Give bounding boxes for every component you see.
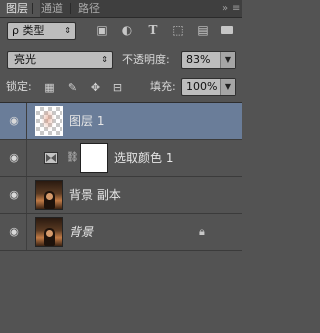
blend-mode-select[interactable]: 亮光 ⇕: [7, 51, 113, 69]
divider: [26, 177, 27, 213]
layer-row-selective-color[interactable]: ◉ ⛓ 选取颜色 1: [0, 140, 242, 177]
image-filter-icon[interactable]: ▣: [94, 22, 110, 38]
layer-thumbnail: [35, 217, 63, 247]
lock-position-icon[interactable]: ✥: [88, 80, 103, 95]
visibility-eye-icon[interactable]: ◉: [4, 151, 24, 165]
chevron-down-icon[interactable]: ▼: [220, 79, 235, 95]
layer-name[interactable]: 图层 1: [69, 103, 104, 139]
tab-separator: [70, 3, 71, 14]
opacity-value: 83%: [186, 53, 211, 66]
panel-tabs: 图层 通道 路径 » ≡: [0, 0, 242, 18]
opacity-label: 不透明度:: [122, 53, 170, 66]
opacity-field[interactable]: 83% ▼: [181, 51, 236, 69]
layer-kind-select[interactable]: ρ 类型 ⇕: [7, 22, 76, 40]
lock-transparent-icon[interactable]: ▦: [42, 80, 57, 95]
chevron-down-icon[interactable]: ▼: [220, 52, 235, 68]
layer-row-layer1[interactable]: ◉ 图层 1: [0, 103, 242, 140]
double-chevron-icon[interactable]: »: [222, 0, 228, 17]
lock-image-icon[interactable]: ✎: [65, 80, 80, 95]
divider: [26, 140, 27, 176]
adjustment-layer-icon: [44, 152, 58, 164]
fill-label: 填充:: [150, 80, 176, 93]
lock-row: 锁定: ▦ ✎ ✥ ⊟ 填充: 100% ▼: [0, 76, 242, 98]
fill-value: 100%: [186, 80, 218, 93]
type-filter-icon[interactable]: T: [145, 22, 161, 38]
adjustment-filter-icon[interactable]: ◐: [119, 22, 135, 38]
shape-filter-icon[interactable]: ⬚: [170, 22, 186, 38]
lock-icon[interactable]: 🔒︎: [199, 225, 205, 239]
lock-all-icon[interactable]: ⊟: [110, 80, 125, 95]
layer-row-background[interactable]: ◉ 背景 🔒︎: [0, 214, 242, 251]
filter-toggle-icon[interactable]: [221, 26, 233, 34]
thumbnail-content: [41, 111, 55, 131]
chevron-updown-icon: ⇕: [64, 26, 71, 35]
tab-layers[interactable]: 图层: [0, 0, 40, 17]
visibility-eye-icon[interactable]: ◉: [4, 188, 24, 202]
visibility-eye-icon[interactable]: ◉: [4, 225, 24, 239]
smart-object-filter-icon[interactable]: ▤: [195, 22, 211, 38]
layer-kind-label: ρ 类型: [12, 24, 45, 37]
filter-row: ρ 类型 ⇕ ▣ ◐ T ⬚ ▤: [0, 20, 242, 42]
mask-thumbnail[interactable]: [80, 143, 108, 173]
divider: [26, 103, 27, 139]
panel-menu-icon[interactable]: ≡: [232, 0, 240, 17]
layer-name[interactable]: 背景: [69, 214, 93, 250]
layer-thumbnail: [35, 106, 63, 136]
layer-thumbnail: [35, 180, 63, 210]
tab-separator: [32, 3, 33, 14]
tab-channels[interactable]: 通道: [35, 0, 69, 17]
link-chain-icon[interactable]: ⛓: [66, 152, 79, 164]
layer-name[interactable]: 选取颜色 1: [114, 140, 173, 176]
layer-name[interactable]: 背景 副本: [69, 177, 121, 213]
divider: [26, 214, 27, 250]
lock-label: 锁定:: [6, 80, 32, 93]
blend-mode-value: 亮光: [14, 53, 36, 66]
layers-list: ◉ 图层 1 ◉ ⛓ 选取颜色 1 ◉ 背景 副本 ◉ 背景 🔒︎: [0, 102, 242, 333]
tab-paths[interactable]: 路径: [72, 0, 106, 17]
layer-row-background-copy[interactable]: ◉ 背景 副本: [0, 177, 242, 214]
blend-row: 亮光 ⇕ 不透明度: 83% ▼: [0, 49, 242, 71]
chevron-updown-icon: ⇕: [101, 55, 108, 64]
fill-field[interactable]: 100% ▼: [181, 78, 236, 96]
visibility-eye-icon[interactable]: ◉: [4, 114, 24, 128]
